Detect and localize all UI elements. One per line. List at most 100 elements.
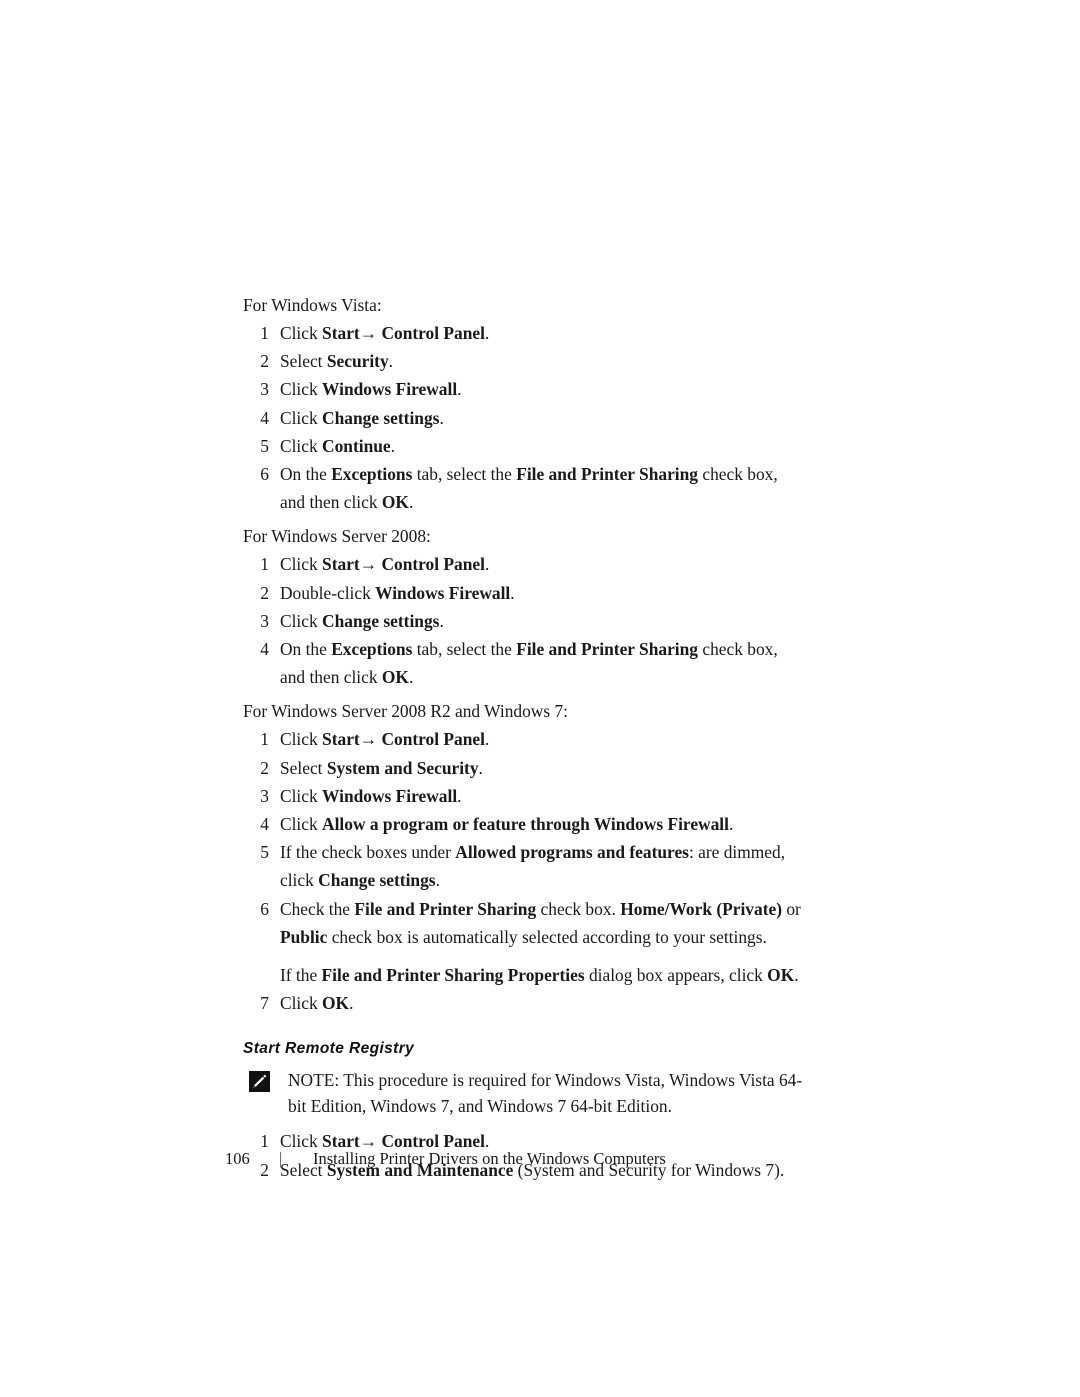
emphasis-text: Allow a program or feature through Windo…	[322, 814, 729, 835]
emphasis-text: File and Printer Sharing	[516, 639, 699, 660]
plain-text: Click	[280, 785, 323, 806]
plain-text: .	[390, 435, 396, 456]
plain-text: or	[782, 898, 801, 919]
plain-text: Click	[280, 554, 323, 575]
step-number: 4	[260, 814, 269, 835]
plain-text: Click	[280, 610, 323, 631]
document-page: For Windows Vista: 1 Click Start→ Control…	[0, 0, 1080, 1397]
emphasis-text: Change settings	[322, 610, 440, 631]
step-number: 7	[260, 993, 269, 1014]
list-item: 7 Click OK.	[243, 989, 805, 1017]
emphasis-text: Change settings	[322, 407, 440, 428]
step-list-vista: 1 Click Start→ Control Panel. 2 Select Secu…	[243, 319, 805, 516]
step-text: Click Windows Firewall.	[280, 375, 805, 403]
emphasis-text: File and Printer Sharing	[354, 898, 537, 919]
plain-text: On the	[280, 639, 332, 660]
emphasis-text: Public	[280, 926, 328, 947]
plain-text: .	[349, 993, 354, 1014]
list-item: 4 Click Allow a program or feature throug…	[243, 810, 805, 838]
list-item: 3 Click Windows Firewall.	[243, 782, 805, 810]
step-extra-text: If the File and Printer Sharing Properti…	[280, 961, 805, 989]
step-text: Double-click Windows Firewall.	[280, 579, 805, 607]
emphasis-text: Windows Firewall	[322, 785, 458, 806]
plain-text: Select	[280, 351, 327, 372]
step-number: 1	[260, 729, 269, 750]
footer-page-number: 106	[225, 1149, 250, 1168]
step-number: 6	[260, 464, 269, 485]
emphasis-text: File and Printer Sharing Properties	[321, 965, 585, 986]
list-item: 3 Click Change settings.	[243, 607, 805, 635]
step-text: Click Start→ Control Panel.	[280, 319, 805, 347]
step-text: Click Start→ Control Panel.	[280, 725, 805, 753]
step-text: Click OK.	[280, 989, 805, 1017]
step-text: On the Exceptions tab, select the File a…	[280, 460, 805, 516]
plain-text: check box is automatically selected acco…	[327, 926, 767, 947]
emphasis-text: Windows Firewall	[322, 379, 458, 400]
plain-text: .	[484, 323, 490, 343]
list-item: 6 On the Exceptions tab, select the File …	[243, 460, 805, 516]
emphasis-text: System and Security	[326, 757, 479, 778]
step-number: 3	[260, 379, 269, 400]
plain-text: .	[457, 785, 462, 806]
list-item: 1 Click Start→ Control Panel.	[243, 319, 805, 347]
list-item: 2 Select System and Security.	[243, 754, 805, 782]
plain-text: Click	[280, 379, 323, 400]
plain-text: .	[435, 870, 440, 891]
emphasis-text: OK	[381, 667, 409, 688]
plain-text: Click	[280, 435, 323, 456]
plain-text: dialog box appears, click	[584, 965, 768, 986]
plain-text: Click	[280, 814, 323, 835]
step-text: Click Windows Firewall.	[280, 782, 805, 810]
step-list-server-2008-r2-win7: 1 Click Start→ Control Panel. 2 Select Syst…	[243, 725, 805, 1017]
step-number: 4	[260, 639, 269, 660]
emphasis-text: Change settings	[318, 870, 436, 891]
page-title: Start Remote Registry	[243, 1040, 415, 1058]
page-content: For Windows Vista: 1 Click Start→ Control…	[243, 291, 805, 1184]
emphasis-text: Exceptions	[331, 639, 413, 660]
step-number: 1	[260, 323, 269, 343]
step-number: 3	[260, 785, 269, 806]
step-text: Click Allow a program or feature through…	[280, 810, 805, 838]
emphasis-text: Windows Firewall	[375, 582, 511, 603]
emphasis-text: OK	[767, 965, 795, 986]
footer-title: Installing Printer Drivers on the Window…	[313, 1149, 666, 1168]
step-number: 5	[260, 435, 269, 456]
list-item: 1 Click Start→ Control Panel.	[243, 725, 805, 753]
step-number: 2	[260, 757, 269, 778]
plain-text: If the check boxes under	[280, 842, 456, 863]
section-intro-server-2008: For Windows Server 2008:	[243, 526, 431, 547]
list-item: 1 Click Start→ Control Panel.	[243, 550, 805, 578]
plain-text: .	[408, 667, 414, 688]
list-item: 4 On the Exceptions tab, select the File …	[243, 635, 805, 691]
plain-text: .	[457, 379, 462, 400]
plain-text: .	[510, 582, 515, 603]
note-text: This procedure is required for Windows V…	[288, 1070, 803, 1117]
step-number: 2	[260, 582, 269, 603]
list-item: 3 Click Windows Firewall.	[243, 375, 805, 403]
note-pencil-icon	[249, 1071, 270, 1093]
plain-text: .	[408, 492, 414, 513]
list-item: 5 If the check boxes under Allowed progra…	[243, 838, 805, 894]
plain-text: Double-click	[280, 582, 376, 603]
list-item: 5 Click Continue.	[243, 432, 805, 460]
emphasis-text: Allowed programs and features	[455, 842, 689, 863]
plain-text: On the	[280, 464, 332, 485]
plain-text: check box.	[536, 898, 621, 919]
note-body: NOTE: This procedure is required for Win…	[288, 1070, 802, 1116]
emphasis-text: Start→ Control Panel	[322, 323, 485, 343]
list-item: 2 Select Security.	[243, 347, 805, 375]
plain-text: Click	[280, 993, 323, 1014]
plain-text: .	[439, 407, 444, 428]
emphasis-text: Start→ Control Panel	[322, 729, 485, 750]
note-label: NOTE:	[288, 1070, 340, 1091]
step-number: 6	[260, 898, 269, 919]
plain-text: tab, select the	[412, 464, 517, 485]
emphasis-text: Continue	[322, 435, 391, 456]
step-text: Select System and Security.	[280, 754, 805, 782]
step-text: Check the File and Printer Sharing check…	[280, 895, 805, 951]
plain-text: Click	[280, 407, 323, 428]
plain-text: .	[439, 610, 444, 631]
step-text: Click Continue.	[280, 432, 805, 460]
